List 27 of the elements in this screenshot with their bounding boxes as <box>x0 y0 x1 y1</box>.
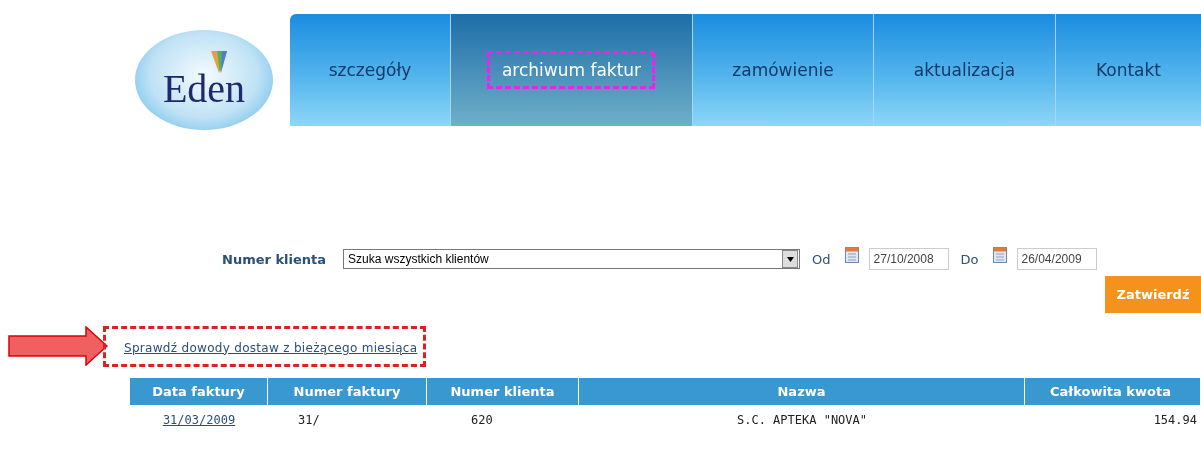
table-cell: S.C. APTEKA "NOVA" <box>736 413 867 427</box>
delivery-link[interactable]: Sprawdź dowody dostaw z bieżącego miesiąca <box>124 340 418 355</box>
column-header: Całkowita kwota <box>1025 378 1201 405</box>
invoice-date-link[interactable]: 31/03/2009 <box>162 413 236 427</box>
column-header: Data faktury <box>130 378 268 405</box>
client-label: Numer klienta <box>222 251 327 267</box>
column-header: Numer klienta <box>427 378 579 405</box>
nav-tab[interactable]: Kontakt <box>1055 14 1201 126</box>
rainbow-icon <box>209 51 229 73</box>
column-header: Nazwa <box>579 378 1025 405</box>
table-cell: 620 <box>471 413 493 427</box>
dropdown-icon <box>782 250 799 268</box>
from-date-field[interactable]: 27/10/2008 <box>868 248 949 270</box>
nav-tab[interactable]: aktualizacja <box>873 14 1055 126</box>
nav-tab[interactable]: zamówienie <box>692 14 873 126</box>
to-date-field[interactable]: 26/04/2009 <box>1016 248 1097 270</box>
nav-tab[interactable]: szczegóły <box>290 14 450 126</box>
calendar-icon[interactable] <box>844 247 859 263</box>
calendar-icon[interactable] <box>992 247 1007 263</box>
column-header: Numer faktury <box>268 378 427 405</box>
client-select[interactable]: Szuka wszystkich klientów <box>343 249 801 269</box>
nav-tab[interactable]: archiwum faktur <box>450 14 692 126</box>
from-label: Od <box>812 251 831 267</box>
to-label: Do <box>960 251 979 267</box>
eden-logo: Eden <box>135 30 273 130</box>
table-cell: 154.94 <box>1153 413 1197 427</box>
table-cell: 31/ <box>298 413 320 427</box>
